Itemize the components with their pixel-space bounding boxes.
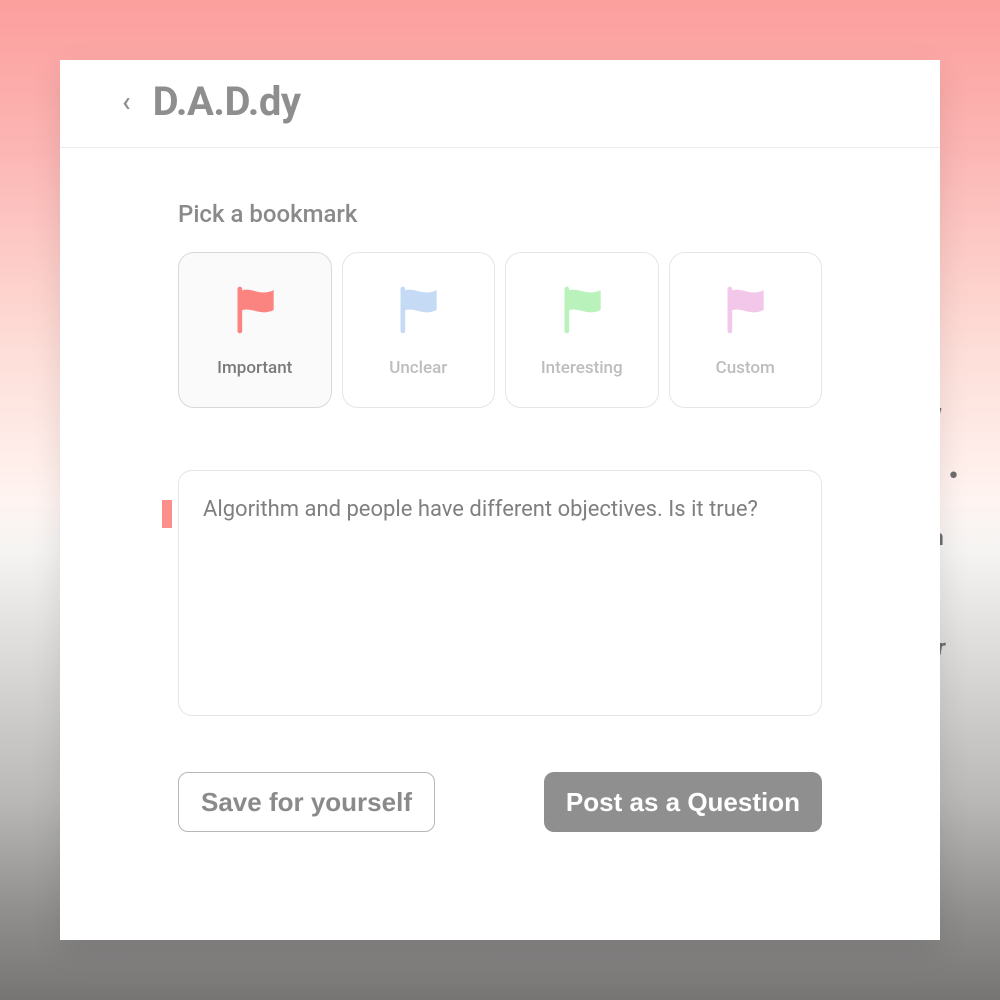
back-icon[interactable]: ‹ [122,88,131,116]
bookmark-label: Unclear [389,358,447,378]
flag-icon [554,282,610,338]
note-textarea[interactable] [178,470,822,716]
bookmark-label: Custom [716,358,775,378]
bookmark-dialog: ‹ D.A.D.dy Pick a bookmark Important Unc… [60,60,940,940]
bookmark-label: Important [217,358,292,378]
note-area-wrap [60,408,940,720]
bookmark-label: Interesting [541,358,623,378]
flag-icon [390,282,446,338]
gradient-background: (w • • Th wi for ‹ D.A.D.dy Pick a bookm… [0,0,1000,1000]
bookmark-option-important[interactable]: Important [178,252,332,408]
save-button[interactable]: Save for yourself [178,772,435,832]
section-label: Pick a bookmark [60,148,940,252]
post-question-button[interactable]: Post as a Question [544,772,822,832]
dialog-header: ‹ D.A.D.dy [60,60,940,148]
bookmark-options: Important Unclear Interesting Custom [60,252,940,408]
dialog-title: D.A.D.dy [153,78,301,125]
dialog-buttons: Save for yourself Post as a Question [60,720,940,832]
bookmark-option-custom[interactable]: Custom [669,252,823,408]
selection-marker [162,500,172,528]
bookmark-option-unclear[interactable]: Unclear [342,252,496,408]
flag-icon [227,282,283,338]
bookmark-option-interesting[interactable]: Interesting [505,252,659,408]
peek-bullet: • [943,441,963,511]
flag-icon [717,282,773,338]
